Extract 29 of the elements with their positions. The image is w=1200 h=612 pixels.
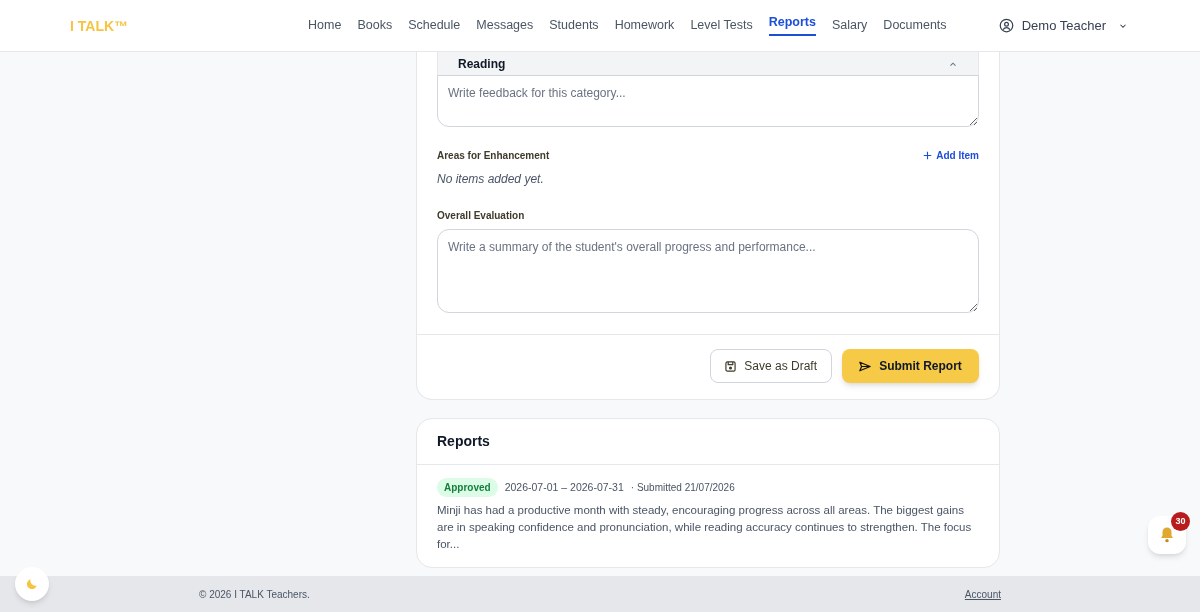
notification-badge: 30 <box>1171 512 1190 531</box>
copyright-text: © 2026 I TALK Teachers. <box>199 587 310 602</box>
empty-message: No items added yet. <box>437 171 545 188</box>
nav-link[interactable]: Documents <box>883 16 947 35</box>
nav-link[interactable]: Homework <box>614 16 675 35</box>
submitted-date: · Submitted 21/07/2026 <box>630 481 735 495</box>
nav-link[interactable]: Reports <box>768 13 816 36</box>
category-header[interactable]: Reading <box>437 52 979 75</box>
nav-link[interactable]: Books <box>357 16 393 35</box>
status-badge: Approved <box>437 478 498 497</box>
report-summary: Minji has had a productive month with steady, encouraging progress across all areas. The biggest gains are in speaking confidence and pronunciation, while reading accuracy continues to strengthen. The focus for... <box>437 503 973 552</box>
submit-report-button[interactable]: Submit Report <box>842 349 979 383</box>
user-menu[interactable]: Demo Teacher <box>998 15 1128 36</box>
account-link[interactable]: Account <box>964 586 1001 602</box>
nav-link[interactable]: Salary <box>831 16 868 35</box>
add-item-button[interactable]: Add Item <box>923 148 979 163</box>
category-title: Reading <box>458 55 506 73</box>
nav-link[interactable]: Level Tests <box>690 16 753 35</box>
section-label: Overall Evaluation <box>437 209 526 223</box>
nav-link[interactable]: Schedule <box>408 16 461 35</box>
section-label: Areas for Enhancement <box>437 149 550 163</box>
evaluation-field[interactable]: Write a summary of the student's overall progress and performance... <box>437 229 979 313</box>
save-draft-button[interactable]: Save as Draft <box>710 349 832 383</box>
feedback-field[interactable]: Write feedback for this category... <box>437 75 979 127</box>
report-period: 2026-07-01 – 2026-07-31 <box>504 479 624 495</box>
nav-link[interactable]: Students <box>549 16 599 35</box>
nav-link[interactable]: Messages <box>476 16 534 35</box>
card-title: Reports <box>417 419 999 465</box>
nav-link[interactable]: Home <box>308 16 342 35</box>
